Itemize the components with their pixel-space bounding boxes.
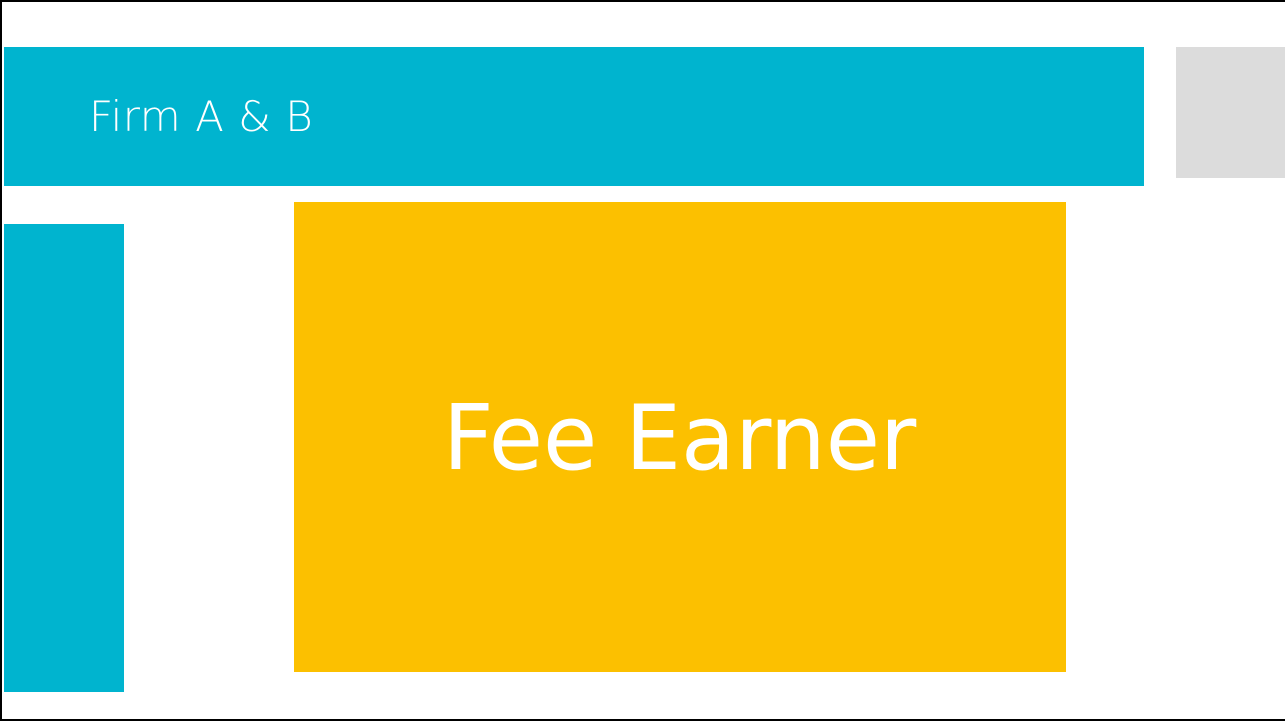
fee-earner-card: Fee Earner [294,202,1066,672]
slide-title: Firm A & B [89,92,314,141]
side-accent-bar [4,224,124,692]
title-banner: Firm A & B [4,47,1144,186]
corner-placeholder-block [1176,47,1285,178]
card-label: Fee Earner [443,386,917,491]
slide-frame: Firm A & B Fee Earner [0,0,1285,721]
